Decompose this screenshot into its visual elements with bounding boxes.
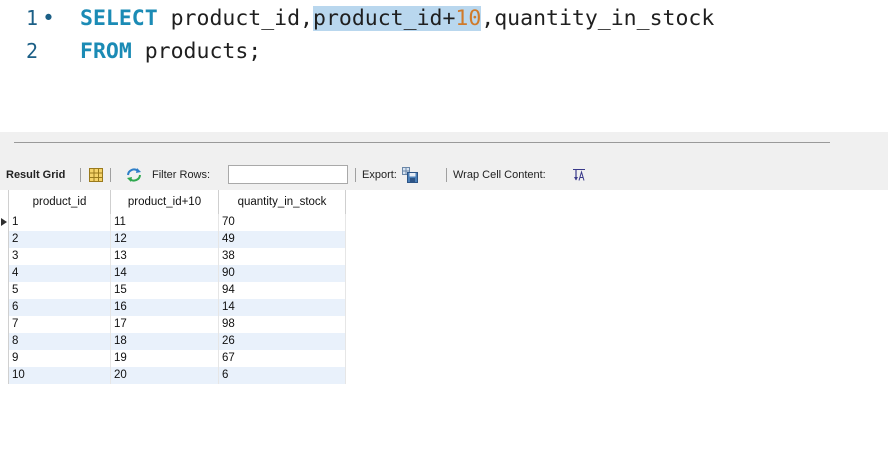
toolbar-separator [355, 168, 356, 182]
table-cell[interactable]: 38 [219, 248, 346, 265]
table-cell[interactable]: 7 [9, 316, 111, 333]
line-number: 1 [25, 6, 38, 30]
keyword-select: SELECT [80, 6, 158, 31]
table-cell[interactable]: 6 [219, 367, 346, 384]
table-cell[interactable]: 12 [111, 231, 219, 248]
table-cell[interactable]: 10 [9, 367, 111, 384]
table-cell[interactable]: 90 [219, 265, 346, 282]
toolbar-separator [80, 168, 81, 182]
table-cell[interactable]: 3 [9, 248, 111, 265]
row-marker[interactable] [0, 333, 9, 350]
statement-marker-icon: • [42, 6, 55, 31]
table-cell[interactable]: 18 [111, 333, 219, 350]
column-header[interactable]: product_id+10 [111, 190, 219, 214]
table-cell[interactable]: 13 [111, 248, 219, 265]
row-marker[interactable] [0, 265, 9, 282]
grid-view-icon[interactable] [89, 168, 103, 182]
table-cell[interactable]: 5 [9, 282, 111, 299]
code-line-1[interactable]: 1 • SELECT product_id,product_id+10,quanti… [0, 1, 714, 35]
keyword-from: FROM [80, 39, 132, 64]
table-cell[interactable]: 2 [9, 231, 111, 248]
code-text: products; [131, 39, 262, 64]
result-toolbar: Result Grid Filter Rows: Export: Wrap Ce… [0, 160, 888, 190]
result-grid-tab[interactable]: Result Grid [6, 160, 65, 190]
table-cell[interactable]: 70 [219, 214, 346, 231]
column-header[interactable]: quantity_in_stock [219, 190, 346, 214]
table-cell[interactable]: 14 [111, 265, 219, 282]
row-header-gutter [0, 190, 9, 214]
table-cell[interactable]: 26 [219, 333, 346, 350]
current-row-arrow-icon[interactable] [0, 214, 9, 231]
code-line-2[interactable]: 2 FROM products; [0, 34, 261, 68]
table-cell[interactable]: 14 [219, 299, 346, 316]
table-cell[interactable]: 67 [219, 350, 346, 367]
pane-splitter-line[interactable] [14, 142, 830, 143]
table-cell[interactable]: 98 [219, 316, 346, 333]
table-cell[interactable]: 4 [9, 265, 111, 282]
code-text: product_id, [157, 6, 314, 31]
row-marker[interactable] [0, 316, 9, 333]
row-marker[interactable] [0, 299, 9, 316]
number-literal: 10 [455, 6, 482, 31]
table-cell[interactable]: 16 [111, 299, 219, 316]
table-cell[interactable]: 17 [111, 316, 219, 333]
column-header[interactable]: product_id [9, 190, 111, 214]
line-number: 2 [25, 39, 38, 63]
selected-text: product_id+10 [313, 6, 482, 31]
table-cell[interactable]: 94 [219, 282, 346, 299]
table-cell[interactable]: 6 [9, 299, 111, 316]
toolbar-separator [110, 168, 111, 182]
table-cell[interactable]: 15 [111, 282, 219, 299]
table-cell[interactable]: 9 [9, 350, 111, 367]
row-marker[interactable] [0, 350, 9, 367]
row-marker[interactable] [0, 282, 9, 299]
export-label: Export: [362, 169, 397, 181]
code-text: ,quantity_in_stock [481, 6, 715, 31]
wrap-cell-content-label: Wrap Cell Content: [453, 169, 546, 181]
wrap-text-icon[interactable] [572, 168, 586, 182]
sql-editor[interactable]: 1 • SELECT product_id,product_id+10,quanti… [0, 0, 888, 90]
filter-rows-label: Filter Rows: [152, 169, 211, 181]
table-cell[interactable]: 8 [9, 333, 111, 350]
filter-rows-input[interactable] [228, 165, 348, 184]
table-cell[interactable]: 11 [111, 214, 219, 231]
row-marker[interactable] [0, 248, 9, 265]
table-cell[interactable]: 20 [111, 367, 219, 384]
export-disk-icon[interactable] [402, 167, 418, 183]
row-marker[interactable] [0, 367, 9, 384]
table-cell[interactable]: 49 [219, 231, 346, 248]
refresh-arrows-icon[interactable] [125, 167, 143, 183]
row-marker[interactable] [0, 231, 9, 248]
pane-splitter-area[interactable] [0, 132, 888, 160]
selected-code: product_id+ [313, 6, 456, 31]
table-cell[interactable]: 19 [111, 350, 219, 367]
table-cell[interactable]: 1 [9, 214, 111, 231]
toolbar-separator [446, 168, 447, 182]
